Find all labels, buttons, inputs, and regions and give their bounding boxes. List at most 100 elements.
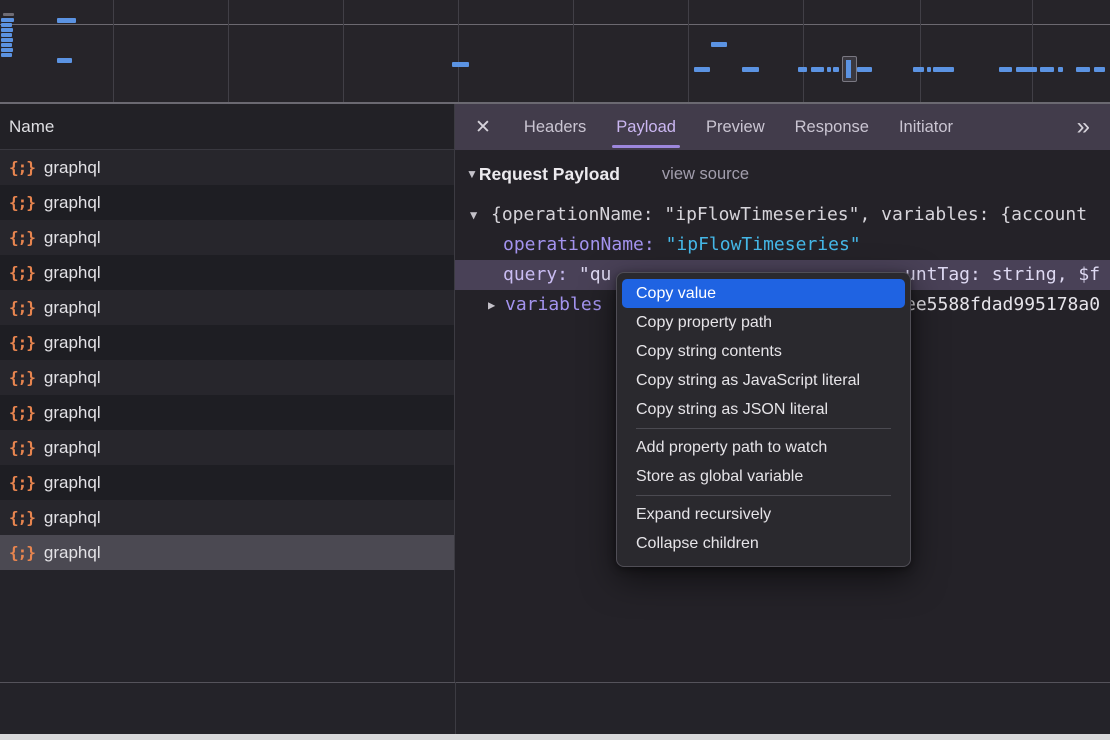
request-rows: {;} graphql {;} graphql {;} graphql {;} graphql… (0, 150, 454, 570)
timeline-request-bar (833, 67, 839, 72)
timeline-request-bar (1040, 67, 1054, 72)
request-name-label: graphql (44, 158, 101, 178)
network-request-row[interactable]: {;}graphql (0, 535, 454, 570)
network-request-row[interactable]: {;} graphql (0, 185, 454, 220)
timeline-request-bar (811, 67, 824, 72)
timeline-request-bar (1094, 67, 1105, 72)
tab-response[interactable]: Response (795, 104, 869, 150)
timeline-request-bar (827, 67, 831, 72)
network-request-row[interactable]: {;} graphql (0, 465, 454, 500)
devtools-network-panel: Name {;}graphql{;}graphql{;}graphql{;}gr… (0, 0, 1110, 740)
timeline-request-bar (913, 67, 924, 72)
overview-gridline (573, 0, 574, 102)
tab-headers[interactable]: Headers (524, 104, 586, 150)
overview-gridline (1032, 0, 1033, 102)
timeline-request-bar (57, 58, 72, 63)
overview-gridline (458, 0, 459, 102)
menu-item-copy-string-as-javascript-literal[interactable]: Copy string as JavaScript literal (622, 366, 905, 395)
menu-item-expand-recursively[interactable]: Expand recursively (622, 500, 905, 529)
fetch-request-icon: {;} (9, 193, 35, 212)
menu-item-copy-string-contents[interactable]: Copy string contents (622, 337, 905, 366)
timeline-request-bar (857, 67, 872, 72)
overview-gridline (803, 0, 804, 102)
request-name-label: graphql (44, 473, 101, 493)
view-source-link[interactable]: view source (662, 165, 749, 184)
timeline-request-bar (742, 67, 759, 72)
fetch-request-icon: {;} (9, 263, 35, 282)
menu-separator (636, 495, 891, 496)
fetch-request-icon: {;} (9, 438, 35, 457)
fetch-request-icon: {;} (9, 298, 35, 317)
tab-payload[interactable]: Payload (616, 104, 676, 150)
property-key: query: (503, 264, 568, 285)
variables-preview-right: ee5588fdad995178a0 (905, 290, 1100, 320)
fetch-request-icon: {;} (9, 228, 35, 247)
timeline-request-bar (711, 42, 727, 47)
expanded-triangle-icon[interactable]: ▼ (470, 200, 477, 230)
fetch-request-icon: {;} (9, 403, 35, 422)
menu-item-add-property-path-to-watch[interactable]: Add property path to watch (622, 433, 905, 462)
footer-area (0, 683, 1110, 734)
timeline-request-bar (1, 18, 14, 22)
network-request-row[interactable]: {;} graphql (0, 290, 454, 325)
close-icon[interactable]: ✕ (475, 118, 491, 137)
menu-item-copy-string-as-json-literal[interactable]: Copy string as JSON literal (622, 395, 905, 424)
more-tabs-icon[interactable]: » (1077, 115, 1110, 139)
fetch-request-icon: {;} (9, 333, 35, 352)
column-header-name[interactable]: Name (0, 104, 454, 150)
window-bottom-edge (0, 734, 1110, 740)
timeline-request-bar (1, 33, 12, 37)
collapse-section-triangle-icon[interactable]: ▼ (466, 167, 478, 181)
network-request-row[interactable]: {;} graphql (0, 220, 454, 255)
request-name-label: graphql (44, 403, 101, 423)
request-name-label: graphql (44, 298, 101, 318)
timeline-request-bar (1, 38, 13, 42)
menu-item-copy-property-path[interactable]: Copy property path (622, 308, 905, 337)
network-request-row[interactable]: {;} graphql (0, 430, 454, 465)
request-name-label: graphql (44, 333, 101, 353)
property-key: operationName: (503, 234, 655, 255)
tab-initiator[interactable]: Initiator (899, 104, 953, 150)
tab-preview[interactable]: Preview (706, 104, 765, 150)
collapsed-triangle-icon[interactable]: ▶ (488, 290, 495, 320)
tree-row-root-object[interactable]: ▼ {operationName: "ipFlowTimeseries", va… (455, 200, 1110, 230)
detail-tab-bar: ✕ Headers Payload Preview Response Initiator… (455, 104, 1110, 150)
network-request-row[interactable]: {;}graphql (0, 150, 454, 185)
network-overview-timeline[interactable] (0, 0, 1110, 104)
overview-gridline (920, 0, 921, 102)
request-name-label: graphql (44, 508, 101, 528)
panel-divider[interactable] (455, 682, 456, 734)
context-menu: Copy valueCopy property pathCopy string … (616, 272, 911, 567)
timeline-request-bar (1058, 67, 1063, 72)
network-request-row[interactable]: {;} graphql (0, 395, 454, 430)
menu-item-collapse-children[interactable]: Collapse children (622, 529, 905, 558)
timeline-selected-bar-box (842, 56, 857, 82)
timeline-request-bar (999, 67, 1012, 72)
network-request-row[interactable]: {;} graphql (0, 325, 454, 360)
timeline-request-bar (1, 43, 12, 47)
property-value-right: untTag: string, $f (905, 260, 1100, 290)
menu-item-copy-value[interactable]: Copy value (622, 279, 905, 308)
network-request-row[interactable]: {;}graphql (0, 255, 454, 290)
timeline-request-bar (694, 67, 710, 72)
property-value: "ipFlowTimeseries" (666, 234, 861, 255)
network-request-row[interactable]: {;}graphql (0, 500, 454, 535)
fetch-request-icon: {;} (9, 473, 35, 492)
timeline-request-bar (452, 62, 469, 67)
overview-gridline (343, 0, 344, 102)
tree-row-operationname[interactable]: operationName: "ipFlowTimeseries" (455, 230, 1110, 260)
timeline-request-bar (1076, 67, 1090, 72)
menu-item-store-as-global-variable[interactable]: Store as global variable (622, 462, 905, 491)
request-name-label: graphql (44, 438, 101, 458)
timeline-request-bar (1, 28, 13, 32)
timeline-request-bar (927, 67, 931, 72)
timeline-request-bar (933, 67, 954, 72)
request-name-label: graphql (44, 193, 101, 213)
root-object-preview: {operationName: "ipFlowTimeseries", vari… (491, 200, 1087, 230)
network-request-row[interactable]: {;}graphql (0, 360, 454, 395)
request-name-label: graphql (44, 228, 101, 248)
section-title: Request Payload (479, 164, 620, 185)
timeline-request-bar (1016, 67, 1037, 72)
timeline-request-bar (798, 67, 807, 72)
overview-gridline (228, 0, 229, 102)
